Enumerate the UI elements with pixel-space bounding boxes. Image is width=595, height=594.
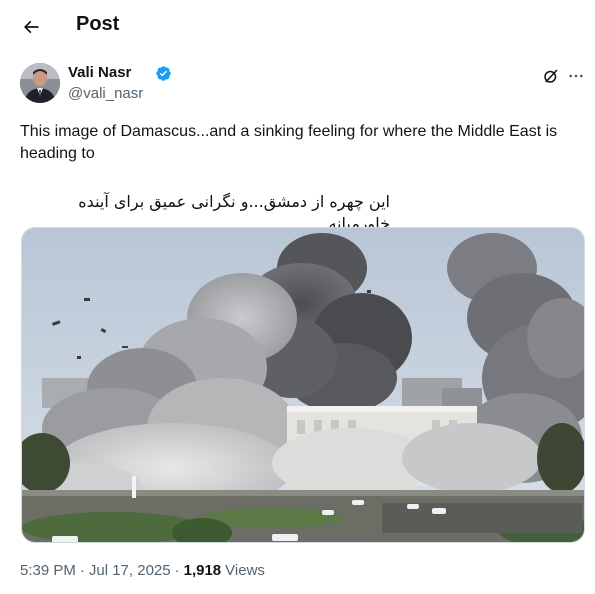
- author-name[interactable]: Vali Nasr: [68, 64, 131, 81]
- author-handle[interactable]: @vali_nasr: [68, 85, 143, 102]
- tweet-date[interactable]: Jul 17, 2025: [89, 562, 171, 579]
- grok-button[interactable]: [540, 65, 562, 87]
- views-label: Views: [225, 562, 265, 579]
- more-horizontal-icon: [569, 74, 583, 78]
- arrow-left-icon: [23, 20, 39, 34]
- grok-icon: [544, 69, 558, 83]
- views-count[interactable]: 1,918: [184, 562, 222, 579]
- meta-separator: ·: [79, 562, 85, 579]
- page-title: Post: [76, 13, 120, 35]
- tweet-text-english: This image of Damascus...and a sinking f…: [20, 123, 558, 162]
- meta-separator-2: ·: [174, 562, 180, 579]
- top-bar: Post: [0, 0, 595, 53]
- tweet-meta: 5:39 PM · Jul 17, 2025 · 1,918 Views: [20, 562, 265, 579]
- verified-badge-icon: [156, 66, 171, 81]
- back-button[interactable]: [14, 10, 48, 44]
- author-row: Vali Nasr @vali_nasr: [20, 63, 590, 105]
- avatar[interactable]: [20, 63, 60, 103]
- damascus-explosion-image: [22, 228, 584, 542]
- tweet-time[interactable]: 5:39 PM: [20, 562, 76, 579]
- avatar-image: [20, 63, 60, 103]
- more-button[interactable]: [565, 65, 587, 87]
- tweet-photo[interactable]: [21, 227, 585, 543]
